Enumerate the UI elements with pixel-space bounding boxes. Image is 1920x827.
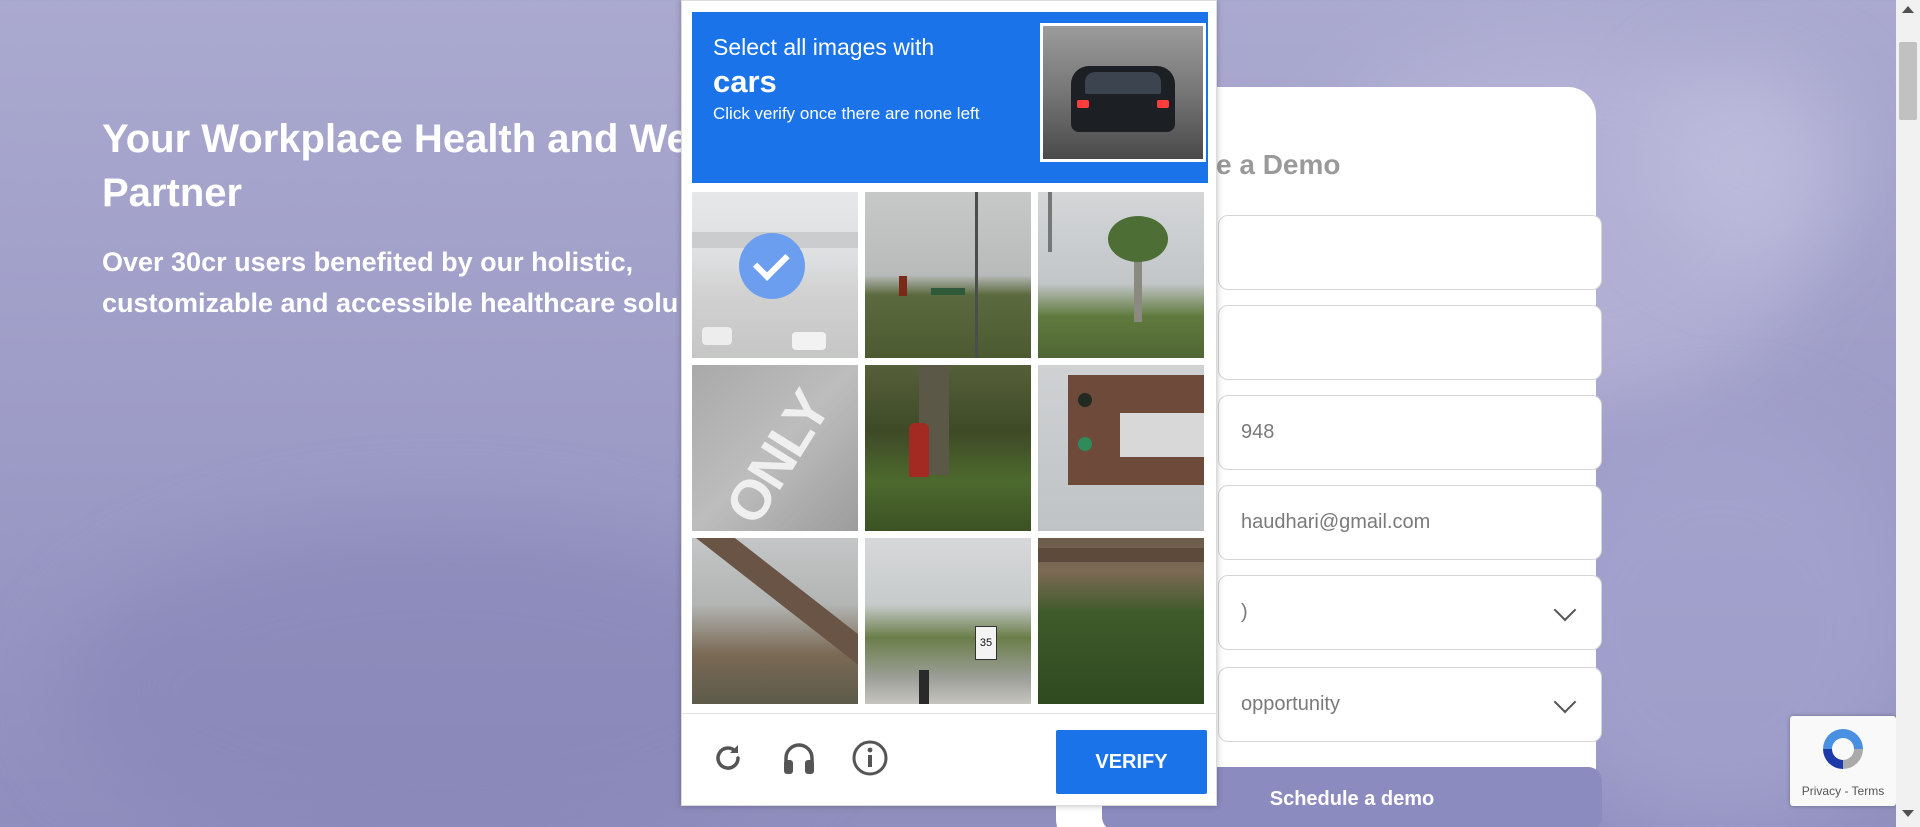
phone-field[interactable]: 948 (1218, 395, 1602, 470)
captcha-tile-6[interactable] (1038, 365, 1204, 531)
employee-count-select[interactable]: ) (1218, 575, 1602, 650)
captcha-tile-1[interactable] (692, 192, 858, 358)
captcha-tile-8[interactable]: 35 (865, 538, 1031, 704)
street-sign-shape (931, 288, 965, 295)
form-title: e a Demo (1216, 149, 1341, 180)
signal-lamp-shape (1078, 393, 1092, 407)
checkmark-icon (739, 233, 805, 299)
chevron-down-icon (1553, 598, 1577, 622)
chevron-down-icon (1553, 690, 1577, 714)
captcha-tile-9[interactable] (1038, 538, 1204, 704)
hero-subtitle: Over 30cr users benefited by our holisti… (102, 247, 679, 318)
captcha-tile-5[interactable] (865, 365, 1031, 531)
company-field[interactable] (1218, 305, 1602, 380)
page-scrollbar[interactable] (1896, 0, 1920, 827)
scroll-down-arrow-icon[interactable] (1902, 810, 1914, 817)
tail-light (1157, 100, 1169, 108)
road-marking-text: ONLY (712, 380, 842, 531)
captcha-hint: Click verify once there are none left (713, 104, 980, 123)
captcha-challenge: Select all images with cars Click verify… (681, 0, 1218, 807)
captcha-tile-2[interactable] (865, 192, 1031, 358)
pedestrian-shape (919, 670, 929, 704)
captcha-sample-image (1040, 23, 1206, 162)
captcha-keyword: cars (713, 64, 777, 99)
captcha-grid: ONLY 35 (692, 192, 1208, 704)
speed-sign: 35 (975, 626, 997, 660)
audio-challenge-icon[interactable] (777, 736, 821, 780)
lamp-post-shape (1048, 192, 1052, 252)
privacy-terms-link[interactable]: Privacy - Terms (1790, 784, 1896, 798)
captcha-tile-4[interactable]: ONLY (692, 365, 858, 531)
car-window-shape (1085, 72, 1161, 94)
car-shape (792, 332, 826, 350)
captcha-instruction: Select all images with (713, 34, 935, 60)
pole-shape (975, 192, 978, 358)
traffic-light-shape (899, 276, 907, 296)
background-blur (1650, 60, 1850, 260)
palm-leaves-shape (1108, 216, 1168, 262)
car-shape (702, 327, 732, 345)
tail-light (1077, 100, 1089, 108)
info-icon[interactable] (848, 736, 892, 780)
verify-button[interactable]: VERIFY (1056, 730, 1207, 794)
bridge-shape (1038, 548, 1204, 562)
reload-icon[interactable] (706, 736, 750, 780)
opportunity-select[interactable]: opportunity (1218, 667, 1602, 742)
fire-hydrant-shape (909, 423, 929, 477)
captcha-tile-7[interactable] (692, 538, 858, 704)
scroll-up-arrow-icon[interactable] (1902, 6, 1914, 13)
signal-lamp-shape (1078, 437, 1092, 451)
scroll-thumb[interactable] (1899, 42, 1917, 120)
recaptcha-logo-icon (1818, 724, 1868, 774)
captcha-header: Select all images with cars Click verify… (692, 12, 1208, 183)
name-field[interactable] (1218, 215, 1602, 290)
email-field[interactable]: haudhari@gmail.com (1218, 485, 1602, 560)
bridge-shape (692, 538, 858, 668)
captcha-footer: VERIFY (682, 713, 1218, 807)
sign-shape (1120, 413, 1204, 457)
captcha-tile-3[interactable] (1038, 192, 1204, 358)
recaptcha-badge[interactable]: Privacy - Terms (1790, 716, 1896, 806)
